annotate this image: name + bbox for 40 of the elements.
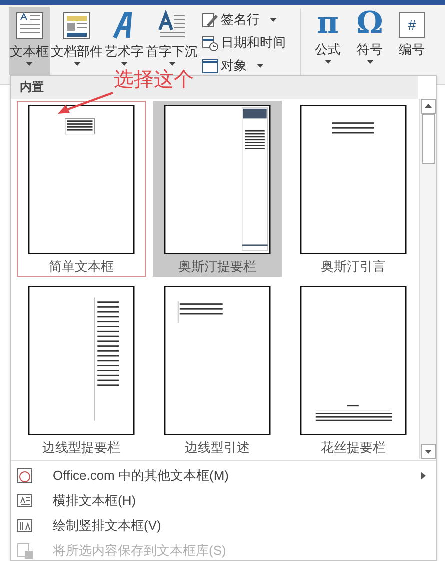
datetime-icon: [202, 34, 219, 52]
ribbon-button[interactable]: # 编号: [391, 7, 433, 75]
ribbon-small-button[interactable]: 日期和时间: [202, 32, 294, 54]
ribbon-button[interactable]: 文档部件: [50, 7, 104, 75]
number-icon: #: [399, 12, 425, 38]
caret-icon: [270, 18, 277, 22]
ribbon-small-button[interactable]: 签名行: [202, 9, 294, 31]
caret-icon: [257, 64, 264, 68]
gallery-item[interactable]: 简单文本框: [17, 101, 146, 277]
menu-item[interactable]: 绘制竖排文本框(V): [11, 513, 436, 538]
ribbon-button[interactable]: π 公式: [307, 7, 349, 75]
signature-icon: [202, 12, 219, 28]
caret-icon: [74, 62, 80, 66]
omega-icon: Ω: [356, 8, 384, 40]
horizontal-icon: [16, 492, 34, 510]
gallery-item[interactable]: 奥斯汀提要栏: [153, 101, 282, 277]
annotation-text: 选择这个: [114, 68, 194, 92]
caret-icon: [26, 62, 33, 66]
gallery-item[interactable]: 奥斯汀引言: [289, 101, 418, 277]
caret-icon: [121, 62, 128, 66]
ribbon-button[interactable]: 文本框: [9, 7, 50, 75]
gallery-item[interactable]: 花丝提要栏: [289, 282, 418, 458]
menu-item[interactable]: Office.com 中的其他文本框(M): [11, 463, 436, 488]
caret-icon: [366, 60, 374, 64]
parts-icon: [61, 10, 93, 42]
online-icon: [16, 466, 34, 484]
scroll-down-icon[interactable]: [420, 444, 436, 459]
annotation-arrow: [56, 92, 114, 116]
scroll-thumb[interactable]: [422, 114, 435, 164]
scroll-up-icon[interactable]: [420, 99, 436, 114]
vertical-icon: [16, 516, 34, 534]
gallery-item[interactable]: 边线型引述: [153, 282, 282, 458]
ribbon-button[interactable]: Ω 符号: [349, 7, 391, 75]
caret-icon: [168, 62, 176, 66]
caret-icon: [324, 60, 332, 64]
submenu-arrow-icon: [421, 472, 426, 480]
gallery-item[interactable]: 边线型提要栏: [17, 282, 146, 458]
textbox-icon: [14, 10, 46, 42]
menu-item[interactable]: 横排文本框(H): [11, 488, 436, 513]
pi-icon: π: [317, 8, 339, 40]
